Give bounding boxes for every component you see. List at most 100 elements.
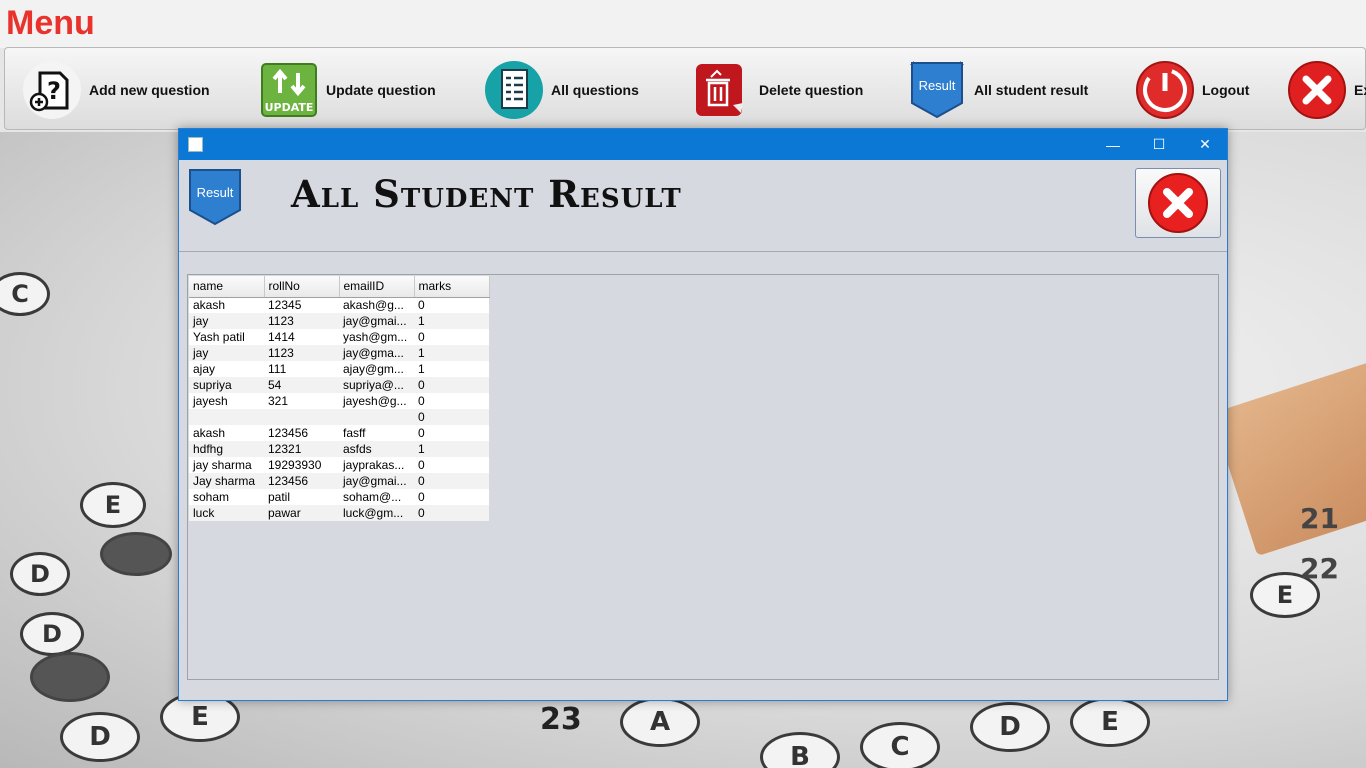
table-cell[interactable]: 0 — [414, 393, 489, 409]
table-row[interactable]: luck pawar luck@gm... 0 — [189, 505, 489, 521]
column-header[interactable]: name — [189, 276, 265, 298]
table-row[interactable]: jay sharma 19293930 jayprakas... 0 — [189, 457, 489, 473]
table-cell[interactable]: luck — [189, 505, 264, 521]
column-header[interactable]: emailID — [339, 276, 415, 298]
table-row[interactable]: akash 12345 akash@g... 0 — [189, 297, 489, 313]
table-cell[interactable]: jayesh — [189, 393, 264, 409]
table-cell[interactable]: 0 — [414, 425, 489, 441]
table-cell[interactable]: 1 — [414, 345, 489, 361]
close-window-button[interactable]: ✕ — [1182, 129, 1228, 160]
table-row[interactable]: soham patil soham@... 0 — [189, 489, 489, 505]
table-cell[interactable]: 123456 — [264, 425, 339, 441]
table-row[interactable]: jay 1123 jay@gma... 1 — [189, 345, 489, 361]
delete-question-button[interactable]: Delete question — [693, 60, 863, 120]
table-cell[interactable]: 1414 — [264, 329, 339, 345]
bubble-letter: D — [970, 702, 1050, 752]
table-cell[interactable]: jayprakas... — [339, 457, 414, 473]
bubble-filled — [30, 652, 110, 702]
table-cell[interactable]: 111 — [264, 361, 339, 377]
table-cell[interactable]: fasff — [339, 425, 414, 441]
table-cell[interactable]: ajay@gm... — [339, 361, 414, 377]
table-cell[interactable]: 0 — [414, 457, 489, 473]
table-cell[interactable]: 0 — [414, 505, 489, 521]
table-row[interactable]: ajay 111 ajay@gm... 1 — [189, 361, 489, 377]
all-questions-button[interactable]: All questions — [485, 60, 639, 120]
table-cell[interactable]: supriya@... — [339, 377, 414, 393]
table-cell[interactable]: asfds — [339, 441, 414, 457]
maximize-button[interactable]: ☐ — [1136, 129, 1182, 160]
table-cell[interactable]: jay — [189, 345, 264, 361]
table-row[interactable]: hdfhg 12321 asfds 1 — [189, 441, 489, 457]
table-cell[interactable]: jay sharma — [189, 457, 264, 473]
pencil-graphic — [1211, 357, 1366, 557]
bubble-filled — [100, 532, 172, 576]
table-cell[interactable]: supriya — [189, 377, 264, 393]
table-row[interactable]: jay 1123 jay@gmai... 1 — [189, 313, 489, 329]
bubble-letter: D — [20, 612, 84, 656]
table-cell[interactable]: ajay — [189, 361, 264, 377]
table-cell[interactable]: 0 — [414, 489, 489, 505]
minimize-button[interactable]: — — [1090, 129, 1136, 160]
table-cell[interactable]: jay@gmai... — [339, 473, 414, 489]
table-cell[interactable]: hdfhg — [189, 441, 264, 457]
question-number: 23 — [540, 702, 582, 737]
table-cell[interactable]: 12345 — [264, 297, 339, 313]
table-cell[interactable]: jay@gmai... — [339, 313, 414, 329]
table-cell[interactable]: yash@gm... — [339, 329, 414, 345]
table-row[interactable]: akash 123456 fasff 0 — [189, 425, 489, 441]
table-cell[interactable]: jay@gma... — [339, 345, 414, 361]
svg-text:?: ? — [47, 77, 61, 105]
table-cell[interactable]: 123456 — [264, 473, 339, 489]
column-header[interactable]: rollNo — [264, 276, 340, 298]
bubble-letter: D — [60, 712, 140, 762]
toolbar-label: All student result — [974, 82, 1089, 98]
table-cell[interactable]: soham — [189, 489, 264, 505]
table-cell[interactable]: akash@g... — [339, 297, 414, 313]
table-cell[interactable]: jay — [189, 313, 264, 329]
table-cell[interactable]: 1 — [414, 441, 489, 457]
all-student-result-button[interactable]: Result All student result — [908, 60, 1088, 120]
table-cell[interactable]: soham@... — [339, 489, 414, 505]
window-titlebar[interactable]: — ☐ ✕ — [179, 129, 1227, 160]
update-question-button[interactable]: UPDATE Update question — [260, 60, 436, 120]
main-toolbar: ? Add new question UPDATE Update questio… — [4, 47, 1366, 130]
exit-button[interactable]: Ex — [1288, 60, 1366, 120]
table-cell[interactable]: 0 — [414, 297, 489, 313]
table-cell[interactable]: 1 — [414, 313, 489, 329]
table-cell[interactable]: 0 — [414, 377, 489, 393]
table-row[interactable]: 0 — [189, 409, 489, 425]
table-cell[interactable]: 321 — [264, 393, 339, 409]
logout-button[interactable]: Logout — [1136, 60, 1249, 120]
add-question-button[interactable]: ? Add new question — [23, 60, 210, 120]
table-cell[interactable] — [339, 409, 414, 425]
table-row[interactable]: Jay sharma 123456 jay@gmai... 0 — [189, 473, 489, 489]
table-cell[interactable]: pawar — [264, 505, 339, 521]
table-cell[interactable]: akash — [189, 425, 264, 441]
table-cell[interactable]: jayesh@g... — [339, 393, 414, 409]
table-cell[interactable]: luck@gm... — [339, 505, 414, 521]
table-cell[interactable]: 19293930 — [264, 457, 339, 473]
table-cell[interactable]: 1123 — [264, 313, 339, 329]
table-cell[interactable] — [189, 409, 264, 425]
close-dialog-button[interactable] — [1135, 168, 1221, 238]
table-cell[interactable]: 0 — [414, 329, 489, 345]
table-row[interactable]: Yash patil 1414 yash@gm... 0 — [189, 329, 489, 345]
table-cell[interactable]: Jay sharma — [189, 473, 264, 489]
table-cell[interactable]: akash — [189, 297, 264, 313]
table-cell[interactable]: 1123 — [264, 345, 339, 361]
table-cell[interactable]: Yash patil — [189, 329, 264, 345]
java-app-icon — [188, 137, 203, 152]
table-cell[interactable]: 54 — [264, 377, 339, 393]
table-cell[interactable]: 12321 — [264, 441, 339, 457]
table-row[interactable]: jayesh 321 jayesh@g... 0 — [189, 393, 489, 409]
table-cell[interactable] — [264, 409, 339, 425]
bubble-letter: B — [760, 732, 840, 768]
toolbar-label: Update question — [326, 82, 436, 98]
table-row[interactable]: supriya 54 supriya@... 0 — [189, 377, 489, 393]
table-cell[interactable]: patil — [264, 489, 339, 505]
results-table: name rollNo emailID marks akash 12345 akas… — [189, 276, 490, 521]
table-cell[interactable]: 0 — [414, 409, 489, 425]
table-cell[interactable]: 1 — [414, 361, 489, 377]
column-header[interactable]: marks — [414, 276, 490, 298]
table-cell[interactable]: 0 — [414, 473, 489, 489]
